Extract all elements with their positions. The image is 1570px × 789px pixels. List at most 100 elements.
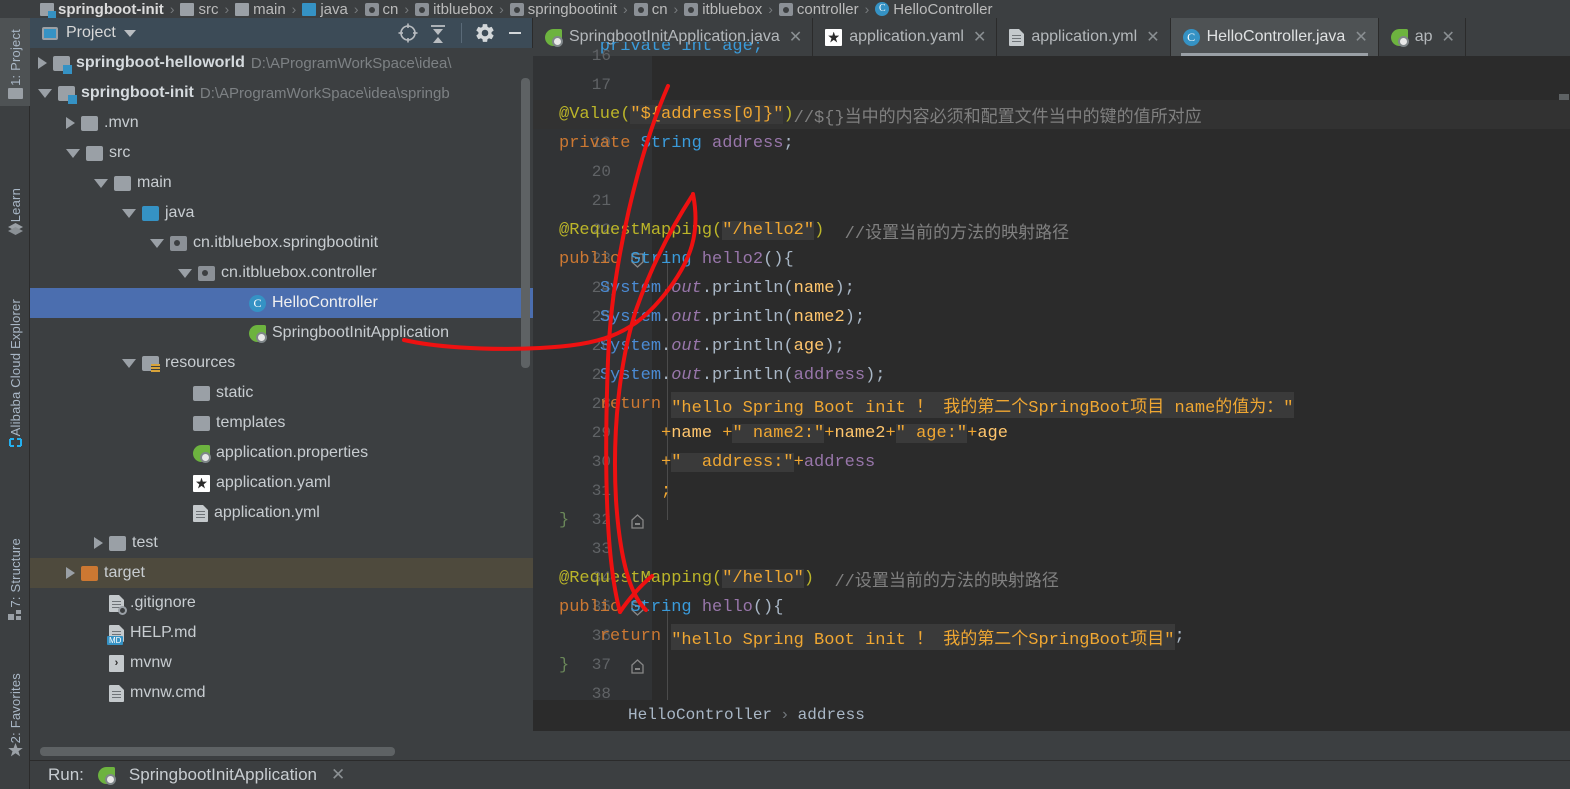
tool-window-button-7-structure[interactable]: 7: Structure <box>0 518 30 628</box>
code-token: . <box>661 279 672 298</box>
tree-node-cn-itbluebox-controller[interactable]: cn.itbluebox.controller <box>30 258 533 288</box>
tree-node--gitignore[interactable]: .gitignore <box>30 588 533 618</box>
code-token: out <box>671 366 702 385</box>
code-line[interactable]: } <box>533 651 1570 680</box>
code-editor[interactable]: 1617181920212223242526272829303132333435… <box>533 42 1570 752</box>
breadcrumb-item-main[interactable]: main <box>235 1 286 18</box>
tree-expand-arrow-icon[interactable] <box>66 148 80 158</box>
project-tree-vertical-scrollbar[interactable] <box>521 78 530 368</box>
tree-node-label: cn.itbluebox.springbootinit <box>193 234 379 251</box>
tool-window-button-2-favorites[interactable]: 2: Favorites <box>0 646 30 764</box>
gear-icon[interactable] <box>474 22 496 44</box>
project-tree-horizontal-scrollbar[interactable] <box>40 747 395 756</box>
code-line[interactable]: public String hello2(){ <box>533 245 1570 274</box>
run-config-name[interactable]: SpringbootInitApplication <box>129 765 317 785</box>
tree-node-label: application.yaml <box>216 474 331 491</box>
code-line[interactable]: System. out .println(address); <box>533 361 1570 390</box>
editor-breadcrumb[interactable]: HelloController › address <box>533 700 1570 730</box>
breadcrumb-item-hellocontroller[interactable]: C HelloController <box>875 1 993 18</box>
collapse-all-icon[interactable] <box>427 22 449 44</box>
tree-node-templates[interactable]: templates <box>30 408 533 438</box>
locate-target-icon[interactable] <box>397 22 419 44</box>
tree-expand-arrow-icon[interactable] <box>94 537 103 549</box>
code-line[interactable]: + " address:" + address <box>533 448 1570 477</box>
tree-node-springbootinitapplication[interactable]: SpringbootInitApplication <box>30 318 533 348</box>
top-breadcrumb[interactable]: springboot-init › src › main › java › cn › itblueb… <box>0 0 1570 18</box>
tool-window-button-alibaba-cloud-explorer[interactable]: Alibaba Cloud Explorer <box>0 266 30 456</box>
tree-expand-arrow-icon[interactable] <box>178 268 192 278</box>
code-line[interactable]: return "hello Spring Boot init ！ 我的第二个Sp… <box>533 622 1570 651</box>
tree-node-target[interactable]: target <box>30 558 533 588</box>
tree-expand-arrow-icon[interactable] <box>122 358 136 368</box>
code-line[interactable]: @RequestMapping("/hello") //设置当前的方法的映射路径 <box>533 564 1570 593</box>
code-line[interactable]: System. out .println(name); <box>533 274 1570 303</box>
breadcrumb-item-label: springbootinit <box>527 0 618 18</box>
tree-node-static[interactable]: static <box>30 378 533 408</box>
tree-node--mvn[interactable]: .mvn <box>30 108 533 138</box>
breadcrumb-member[interactable]: address <box>798 706 865 724</box>
code-line[interactable]: + name + " name2:" + name2 + " age:" + age <box>533 419 1570 448</box>
tree-expand-arrow-icon[interactable] <box>66 117 75 129</box>
tree-expand-arrow-icon[interactable] <box>94 178 108 188</box>
breadcrumb-item-springboot-init[interactable]: springboot-init <box>40 1 164 18</box>
tree-node-springboot-helloworld[interactable]: springboot-helloworld D:\AProgramWorkSpac… <box>30 48 533 78</box>
tree-expand-arrow-icon[interactable] <box>38 88 52 98</box>
editor-scrollbar[interactable] <box>1558 94 1570 766</box>
tree-node-application-yml[interactable]: application.yml <box>30 498 533 528</box>
tree-node-src[interactable]: src <box>30 138 533 168</box>
breadcrumb-item-src[interactable]: src <box>180 1 218 18</box>
code-line[interactable] <box>533 158 1570 187</box>
code-line[interactable]: private int age; <box>533 42 1570 56</box>
tree-node-java[interactable]: java <box>30 198 533 228</box>
tree-expand-arrow-icon[interactable] <box>150 238 164 248</box>
tree-node-resources[interactable]: resources <box>30 348 533 378</box>
code-line[interactable]: ; <box>533 477 1570 506</box>
tree-expand-arrow-icon[interactable] <box>66 567 75 579</box>
breadcrumb-item-itbluebox[interactable]: itbluebox <box>684 1 762 18</box>
code-line[interactable]: private String address; <box>533 129 1570 158</box>
code-token: @Value( <box>559 105 631 124</box>
tree-node-application-properties[interactable]: application.properties <box>30 438 533 468</box>
code-line[interactable] <box>533 535 1570 564</box>
code-line[interactable] <box>533 71 1570 100</box>
code-line[interactable]: return "hello Spring Boot init ！ 我的第二个Sp… <box>533 390 1570 419</box>
code-line[interactable]: System. out .println(age); <box>533 332 1570 361</box>
breadcrumb-item-cn[interactable]: cn <box>633 1 668 18</box>
breadcrumb-item-springbootinit[interactable]: springbootinit <box>509 0 618 18</box>
code-line[interactable] <box>533 187 1570 216</box>
minimize-icon[interactable] <box>504 22 526 44</box>
breadcrumb-item-java[interactable]: java <box>302 1 348 18</box>
tree-node-hellocontroller[interactable]: C HelloController <box>30 288 533 318</box>
breadcrumb-separator: › <box>169 1 175 17</box>
tree-expand-arrow-icon[interactable] <box>38 57 47 69</box>
source-folder-icon <box>142 205 159 221</box>
close-icon[interactable]: ✕ <box>331 765 345 785</box>
code-line[interactable]: @RequestMapping("/hello2") //设置当前的方法的映射路… <box>533 216 1570 245</box>
breadcrumb-item-cn[interactable]: cn <box>364 1 398 18</box>
tool-window-button-learn[interactable]: Learn <box>0 168 30 242</box>
tree-node-cn-itbluebox-springbootinit[interactable]: cn.itbluebox.springbootinit <box>30 228 533 258</box>
code-token: .println( <box>701 366 794 385</box>
tool-window-button-1-project[interactable]: 1: Project <box>0 18 30 106</box>
code-line[interactable]: public String hello(){ <box>533 593 1570 622</box>
tree-node-application-yaml[interactable]: application.yaml <box>30 468 533 498</box>
run-tool-window-bar[interactable]: Run: SpringbootInitApplication ✕ <box>30 760 1570 789</box>
tree-node-help-md[interactable]: MD HELP.md <box>30 618 533 648</box>
tree-node-mvnw[interactable]: › mvnw <box>30 648 533 678</box>
code-line[interactable]: System. out .println(name2); <box>533 303 1570 332</box>
breadcrumb-class[interactable]: HelloController <box>628 706 772 724</box>
breadcrumb-item-controller[interactable]: controller <box>778 1 859 18</box>
code-token: ; <box>1174 627 1185 646</box>
tree-node-mvnw-cmd[interactable]: mvnw.cmd <box>30 678 533 708</box>
tree-expand-arrow-icon[interactable] <box>122 208 136 218</box>
tree-node-test[interactable]: test <box>30 528 533 558</box>
tree-node-main[interactable]: main <box>30 168 533 198</box>
breadcrumb-item-itbluebox[interactable]: itbluebox <box>415 1 493 18</box>
code-line[interactable]: } <box>533 506 1570 535</box>
chevron-down-icon[interactable] <box>123 29 136 37</box>
code-line[interactable]: @Value("${address[0]}")//${}当中的内容必须和配置文件… <box>533 100 1570 129</box>
tree-node-springboot-init[interactable]: springboot-init D:\AProgramWorkSpace\idea… <box>30 78 533 108</box>
project-tree[interactable]: springboot-helloworld D:\AProgramWorkSpac… <box>30 48 533 760</box>
